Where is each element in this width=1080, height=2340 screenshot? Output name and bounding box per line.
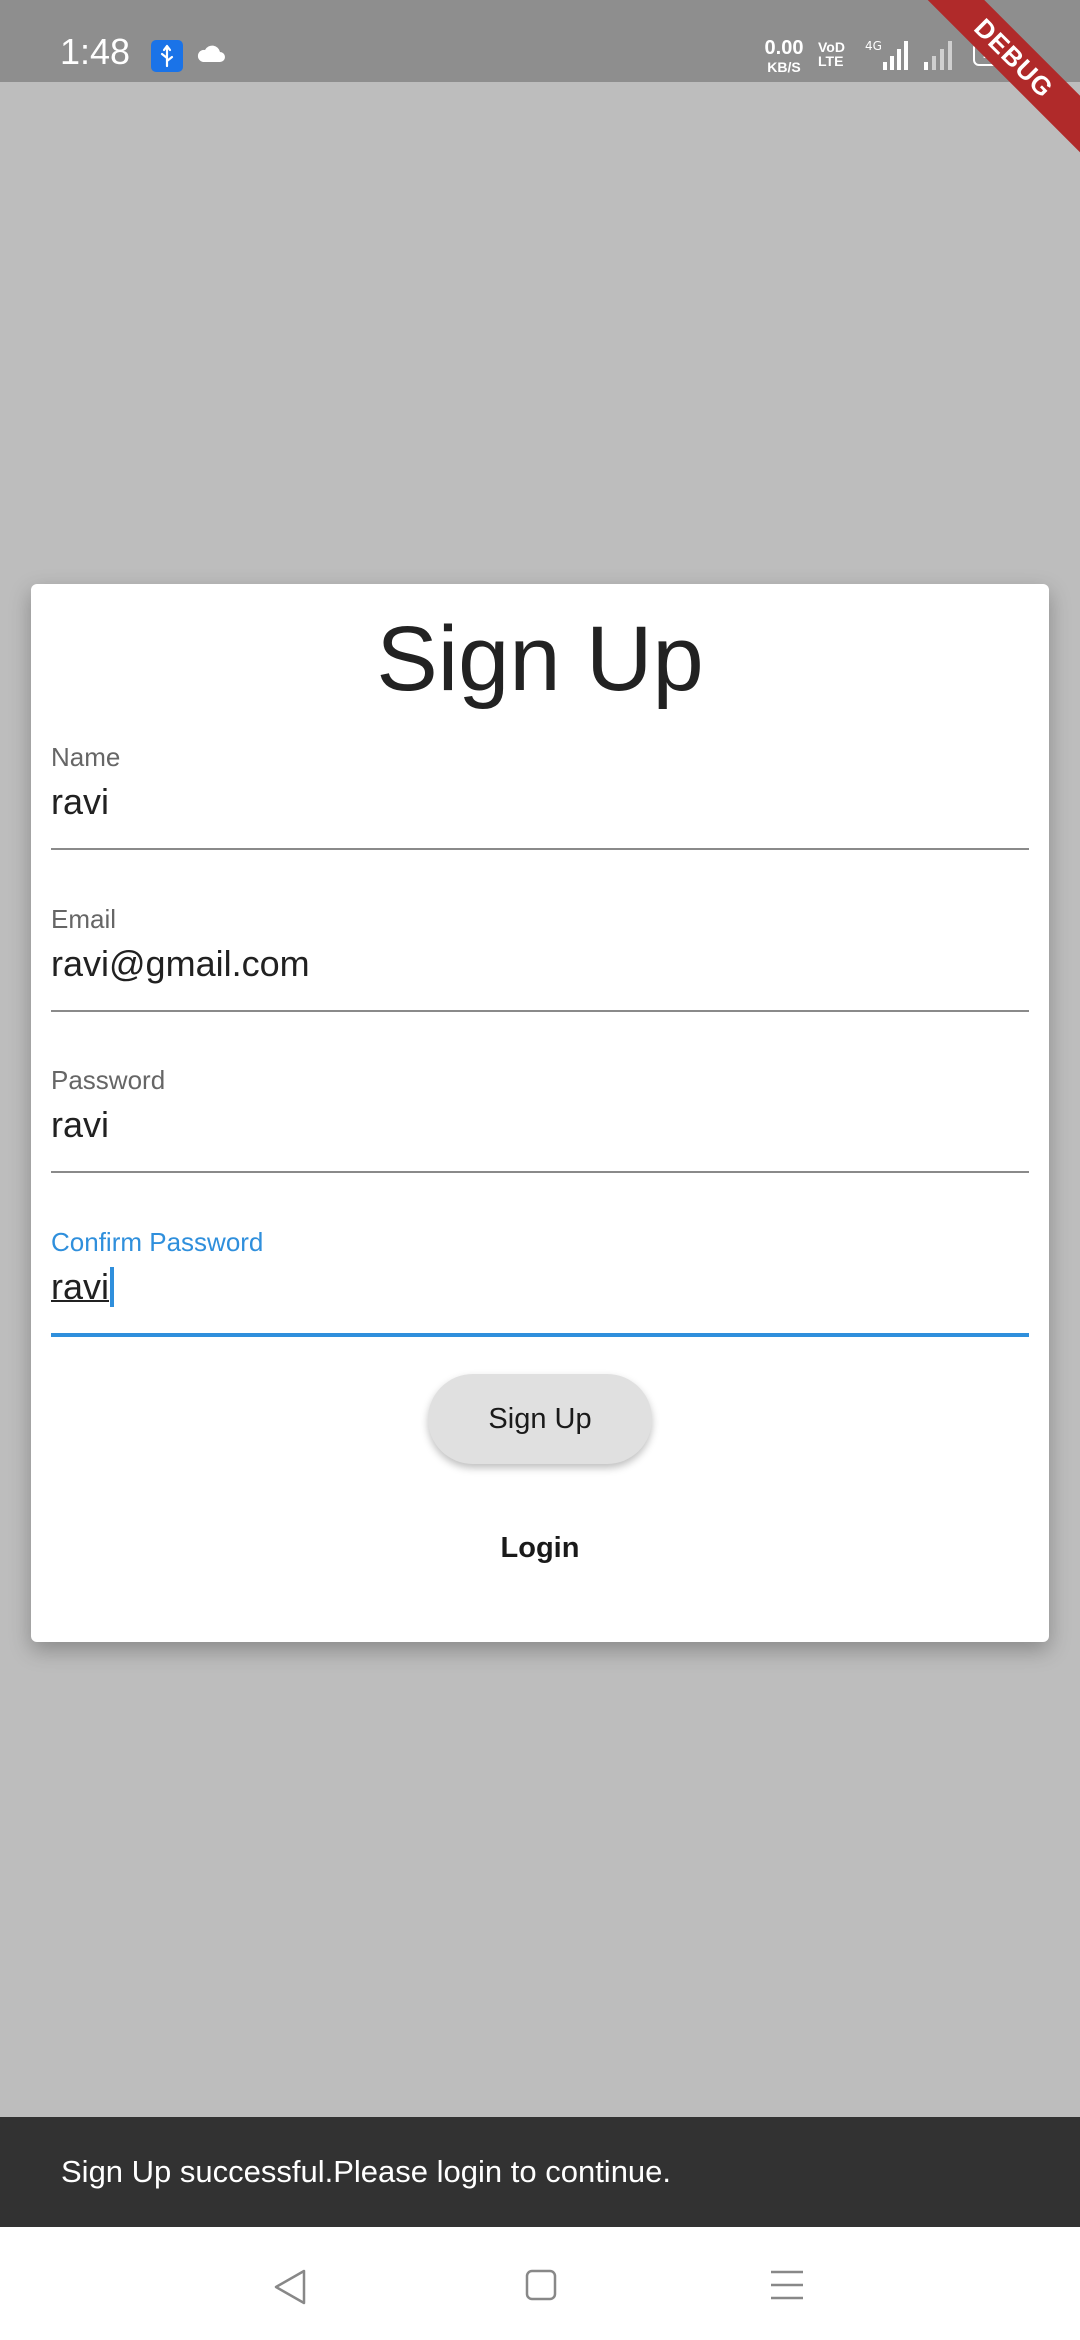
name-field-label: Name — [51, 742, 121, 772]
password-field-underline — [51, 1171, 1029, 1173]
system-nav-bar — [0, 2227, 1080, 2340]
home-icon[interactable] — [525, 2269, 557, 2306]
back-icon[interactable] — [272, 2267, 308, 2312]
page-title: Sign Up — [376, 608, 704, 710]
status-time: 1:48 — [60, 31, 131, 72]
cloud-icon — [195, 42, 227, 66]
network-speed: 0.00 KB/S — [760, 38, 808, 74]
snackbar: Sign Up successful.Please login to conti… — [0, 2117, 1080, 2227]
debug-banner: DEBUG — [907, 0, 1080, 165]
confirm-password-field-underline — [51, 1333, 1029, 1337]
confirm-password-field-label: Confirm Password — [51, 1227, 264, 1257]
signal-icon-secondary — [920, 38, 960, 77]
network-speed-value: 0.00 — [764, 37, 804, 59]
volte-icon: VoD LTE — [818, 40, 845, 68]
password-field[interactable]: Password ravi — [51, 1065, 1029, 1185]
signal-icon: 4G — [865, 38, 909, 77]
password-field-value[interactable]: ravi — [51, 1103, 109, 1147]
confirm-password-field-value[interactable]: ravi — [51, 1265, 115, 1309]
name-field[interactable]: Name ravi — [51, 742, 1029, 862]
menu-icon[interactable] — [770, 2269, 804, 2306]
status-bar: 1:48 0.00 KB/S VoD LTE 4G DEBUG — [0, 0, 1080, 165]
network-speed-unit: KB/S — [767, 59, 801, 75]
login-button[interactable]: Login — [440, 1518, 640, 1578]
signup-button[interactable]: Sign Up — [428, 1374, 652, 1464]
usb-icon — [151, 40, 183, 72]
volte-bottom: LTE — [818, 53, 844, 69]
signup-card: Sign Up Name ravi Email ravi@gmail.com P… — [31, 584, 1049, 1642]
email-field-label: Email — [51, 904, 117, 934]
snackbar-message: Sign Up successful.Please login to conti… — [61, 2154, 672, 2189]
confirm-password-text: ravi — [51, 1266, 110, 1307]
name-field-underline — [51, 848, 1029, 850]
network-type: 4G — [865, 39, 882, 53]
email-field-underline — [51, 1010, 1029, 1012]
password-field-label: Password — [51, 1065, 166, 1095]
email-field-value[interactable]: ravi@gmail.com — [51, 942, 310, 986]
text-cursor — [110, 1267, 115, 1307]
confirm-password-field[interactable]: Confirm Password ravi — [51, 1227, 1029, 1347]
name-field-value[interactable]: ravi — [51, 780, 109, 824]
email-field[interactable]: Email ravi@gmail.com — [51, 904, 1029, 1024]
